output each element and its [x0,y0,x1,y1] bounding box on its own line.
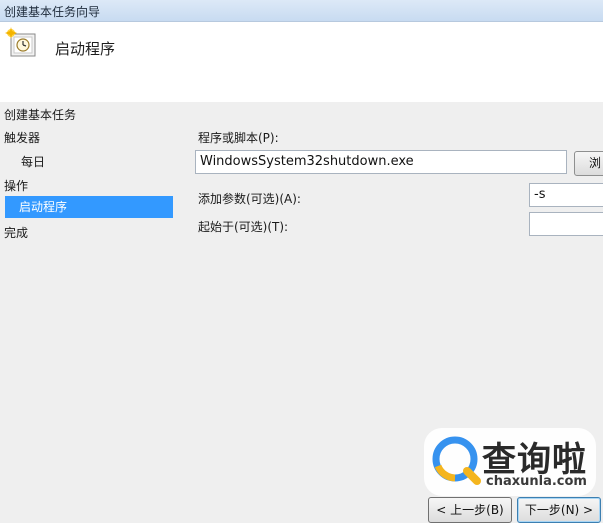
args-input[interactable]: -s [529,183,603,207]
browse-button[interactable]: 浏 [574,151,603,176]
program-input[interactable]: WindowsSystem32shutdown.exe [195,150,567,174]
sidebar-item-start-program: 启动程序 [5,196,173,218]
args-label: 添加参数(可选)(A): [198,192,301,206]
back-button[interactable]: < 上一步(B) [428,497,512,523]
wizard-header: 启动程序 [0,22,603,102]
title-bar: 创建基本任务向导 [0,0,603,22]
start-in-label: 起始于(可选)(T): [198,220,289,234]
page-title: 启动程序 [55,40,116,58]
search-logo-icon [432,436,481,485]
sidebar-item-daily: 每日 [21,155,46,169]
sidebar-item-create-basic-task: 创建基本任务 [4,108,77,122]
program-label: 程序或脚本(P): [198,131,279,145]
wizard-steps: 创建基本任务 触发器 每日 操作 启动程序 完成 [0,102,175,517]
window-title: 创建基本任务向导 [4,5,101,19]
start-in-input[interactable] [529,212,603,236]
watermark: 查询啦 chaxunla.com [424,428,596,496]
scheduled-task-clock-icon [5,27,36,57]
sidebar-item-action: 操作 [4,179,29,193]
next-button[interactable]: 下一步(N) > [517,497,601,523]
sidebar-item-trigger: 触发器 [4,131,41,145]
sidebar-item-finish: 完成 [4,226,29,240]
watermark-domain: chaxunla.com [486,474,587,489]
